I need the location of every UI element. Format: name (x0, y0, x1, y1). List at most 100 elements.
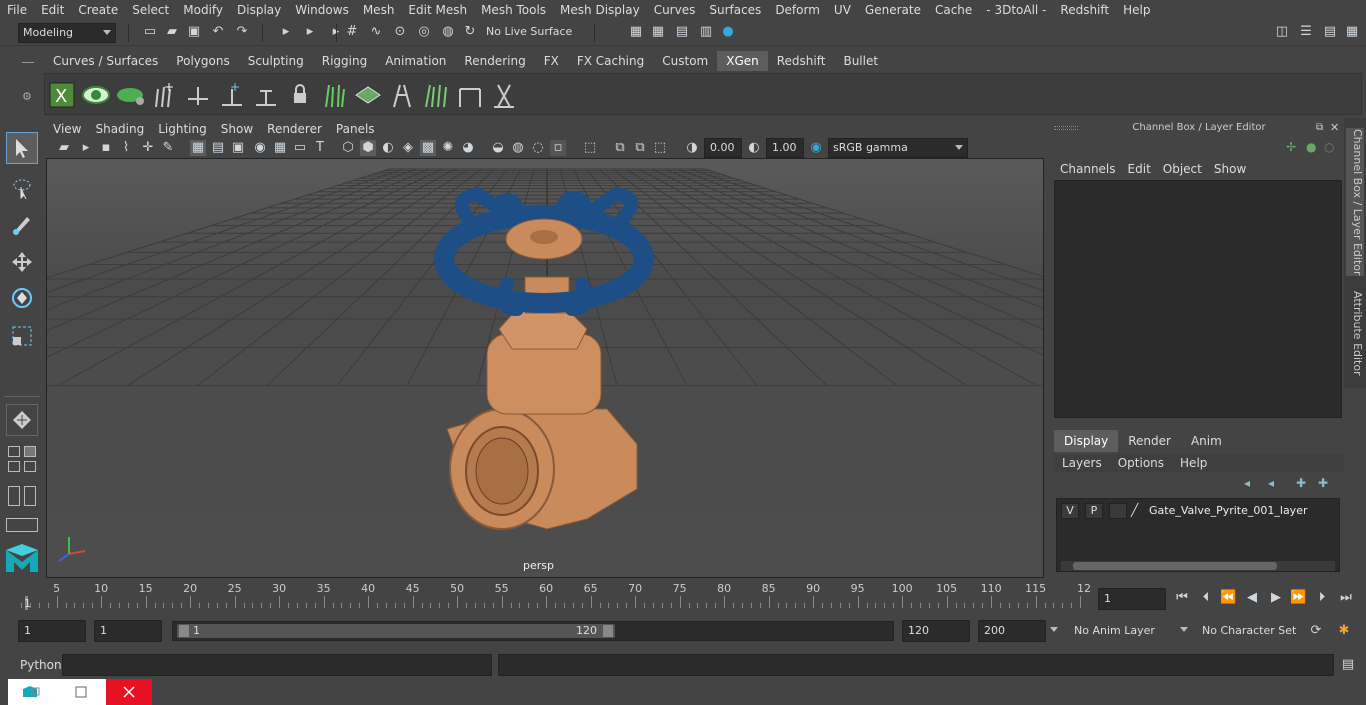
command-language-label[interactable]: Python (20, 657, 62, 673)
rotate-tool[interactable] (6, 282, 38, 314)
xgen-guide-tool-icon[interactable] (251, 80, 281, 110)
layout-single-icon[interactable] (8, 446, 20, 457)
ambient-occlusion-icon[interactable]: ◒ (490, 140, 506, 156)
xgen-lock-icon[interactable] (285, 80, 315, 110)
layer-tab-display[interactable]: Display (1054, 430, 1119, 452)
undo-icon[interactable]: ↶ (210, 24, 226, 40)
shelf-tab-custom[interactable]: Custom (653, 51, 717, 71)
anti-alias-icon[interactable]: ◌ (530, 140, 546, 156)
exposure-icon[interactable]: ◑ (684, 140, 700, 156)
exposure-field[interactable]: 0.00 (704, 138, 742, 158)
menu-uv[interactable]: UV (827, 0, 858, 20)
menu-deform[interactable]: Deform (768, 0, 827, 20)
tab-channel-box[interactable]: Channel Box / Layer Editor (1346, 128, 1364, 276)
color-space-selector[interactable]: sRGB gamma (828, 138, 968, 158)
workspace-icon[interactable]: ◫ (1274, 24, 1290, 40)
snap-curve-icon[interactable]: ∿ (368, 24, 384, 40)
step-forward-frame-icon[interactable]: ⏵ (1314, 590, 1330, 606)
ipr-render-icon[interactable]: ▤ (674, 24, 690, 40)
channelbox-menu-show[interactable]: Show (1208, 160, 1252, 178)
time-menu-arrow-icon[interactable] (1050, 627, 1058, 632)
snap-view-icon[interactable]: ◎ (416, 24, 432, 40)
xgen-layer-icon[interactable] (353, 80, 383, 110)
gamma-icon[interactable]: ◐ (746, 140, 762, 156)
shelf-tab-polygons[interactable]: Polygons (167, 51, 238, 71)
lasso-tool[interactable] (6, 172, 38, 204)
viewport-menu-renderer[interactable]: Renderer (260, 120, 329, 138)
resolution-gate-icon[interactable]: ▣ (230, 140, 246, 156)
shelf-tab-rigging[interactable]: Rigging (313, 51, 376, 71)
snap-surface-icon[interactable]: ◍ (440, 24, 456, 40)
layer-menu-options[interactable]: Options (1110, 454, 1172, 472)
safe-action-icon[interactable]: ▭ (292, 140, 308, 156)
xray-joints-icon[interactable]: ⬚ (652, 140, 668, 156)
shelf-tab-curves-surfaces[interactable]: Curves / Surfaces (44, 51, 167, 71)
channelbox-close-icon[interactable]: ✕ (1330, 121, 1339, 134)
viewport-menu-view[interactable]: View (46, 120, 88, 138)
xgen-grass-icon[interactable] (319, 80, 349, 110)
layer-move-down-icon[interactable]: ◂ (1268, 476, 1274, 490)
move-tool[interactable] (6, 246, 38, 278)
layer-scrollbar[interactable] (1061, 561, 1335, 571)
open-scene-icon[interactable]: ▰ (164, 24, 180, 40)
step-back-frame-icon[interactable]: ⏴ (1198, 590, 1214, 606)
camera-select-icon[interactable]: ▰ (56, 140, 72, 156)
shelf-tab-sculpting[interactable]: Sculpting (239, 51, 313, 71)
hypershade-icon[interactable]: ● (720, 24, 736, 40)
channelbox-menu-edit[interactable]: Edit (1122, 160, 1157, 178)
shelf-tab-fx-caching[interactable]: FX Caching (568, 51, 653, 71)
play-backward-icon[interactable]: ◀ (1244, 590, 1260, 606)
menu-display[interactable]: Display (230, 0, 288, 20)
menu-curves[interactable]: Curves (647, 0, 703, 20)
select-tool[interactable] (6, 132, 38, 164)
render-view-icon[interactable]: ▥ (698, 24, 714, 40)
menu-mesh-tools[interactable]: Mesh Tools (474, 0, 553, 20)
new-layer-selected-icon[interactable]: ✚ (1318, 476, 1328, 490)
mode-selector[interactable]: Modeling (18, 23, 116, 43)
menu-mesh[interactable]: Mesh (356, 0, 402, 20)
range-slider-bar[interactable]: 1 120 (177, 624, 615, 638)
layer-menu-layers[interactable]: Layers (1054, 454, 1110, 472)
snap-live-icon[interactable]: ↻ (462, 24, 478, 40)
menu-generate[interactable]: Generate (858, 0, 928, 20)
menu-edit[interactable]: Edit (34, 0, 71, 20)
char-set-arrow-icon[interactable] (1180, 627, 1188, 632)
use-all-lights-icon[interactable]: ✺ (440, 140, 456, 156)
field-chart-icon[interactable]: ▦ (272, 140, 288, 156)
xray-icon[interactable]: ⧉ (612, 140, 628, 156)
timeline[interactable]: 1 5 10 15 20 25 30 35 40 45 50 55 60 65 70 75 80 85 90 95 1… (18, 580, 1092, 610)
snap-point-icon[interactable]: ⊙ (392, 24, 408, 40)
viewport-menu-panels[interactable]: Panels (329, 120, 382, 138)
viewport-menu-shading[interactable]: Shading (88, 120, 151, 138)
channelbox-dot-icon[interactable]: ● (1306, 140, 1316, 154)
2d-pan-icon[interactable]: ✛ (140, 140, 156, 156)
go-to-start-icon[interactable]: ⏮ (1174, 590, 1190, 606)
layer-scrollbar-thumb[interactable] (1073, 562, 1277, 570)
scale-tool[interactable] (6, 320, 38, 352)
range-slider[interactable]: 1 120 (172, 621, 894, 641)
layer-display-type[interactable] (1109, 503, 1127, 519)
wireframe-icon[interactable]: ⬡ (340, 140, 356, 156)
menu-redshift[interactable]: Redshift (1053, 0, 1116, 20)
xgen-fx-icon[interactable] (489, 80, 519, 110)
shelf-tab-fx[interactable]: FX (535, 51, 568, 71)
select-by-object-icon[interactable]: ▸ (302, 24, 318, 40)
safe-title-icon[interactable]: T (312, 140, 328, 156)
wireframe-on-shaded-icon[interactable]: ◈ (400, 140, 416, 156)
paint-select-tool[interactable] (6, 208, 38, 240)
xgen-plus-guide-icon[interactable]: + (217, 80, 247, 110)
end-time-field[interactable]: 200 (978, 620, 1046, 642)
playback-end-field[interactable]: 120 (902, 620, 970, 642)
menu-windows[interactable]: Windows (288, 0, 356, 20)
shelf-tab-bullet[interactable]: Bullet (834, 51, 887, 71)
menu-help[interactable]: Help (1116, 0, 1157, 20)
close-button[interactable] (106, 679, 152, 705)
motion-blur-icon[interactable]: ◍ (510, 140, 526, 156)
maximize-button[interactable] (58, 679, 104, 705)
isolate-select-icon[interactable]: ⬚ (582, 140, 598, 156)
channelbox-pin-icon[interactable]: ○ (1324, 140, 1334, 154)
channelbox-content[interactable] (1054, 180, 1342, 418)
restore-button[interactable] (8, 679, 54, 705)
step-back-key-icon[interactable]: ⏪ (1220, 590, 1236, 606)
playback-start-field[interactable]: 1 (94, 620, 162, 642)
